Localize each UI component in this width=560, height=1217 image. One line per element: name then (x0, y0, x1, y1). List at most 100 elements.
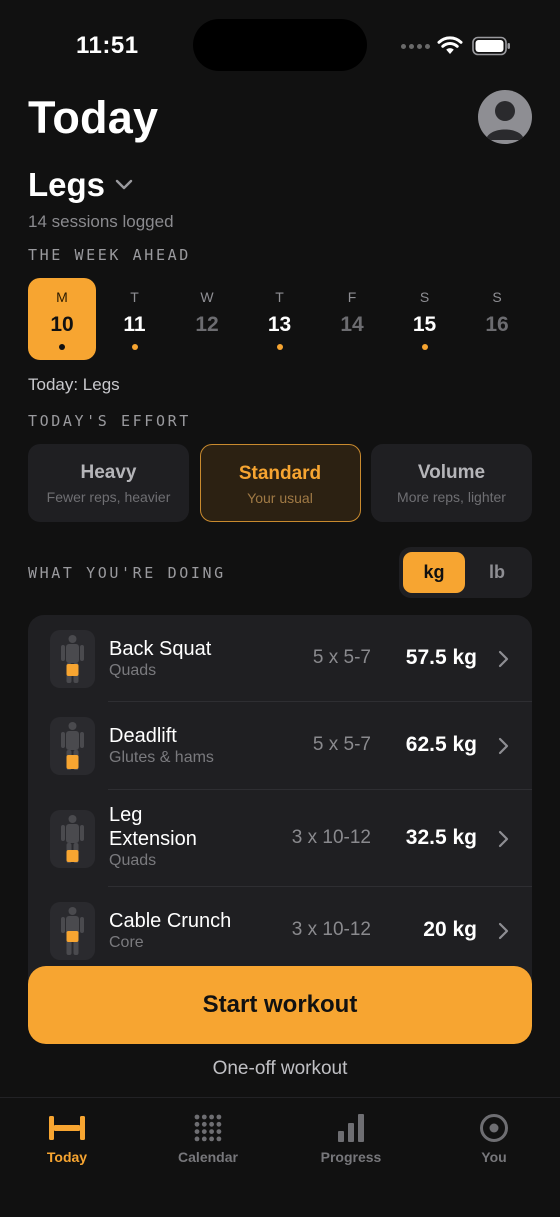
effort-title: Volume (417, 462, 486, 483)
cellular-signal-icon (401, 44, 430, 49)
exercises-section-label: WHAT YOU'RE DOING (28, 564, 226, 582)
scheduled-dot (131, 344, 138, 350)
tab-bar: Today Calendar Progress You (0, 1097, 560, 1217)
scheduled-dot (421, 344, 428, 350)
week-day-date: 16 (485, 313, 509, 336)
tab-label: You (481, 1149, 507, 1165)
calendar-dots-icon (138, 1112, 278, 1144)
muscle-map-thumbnail (50, 809, 95, 868)
tab-calendar[interactable]: Calendar (138, 1098, 278, 1178)
tab-progress[interactable]: Progress (281, 1098, 421, 1178)
chevron-right-icon (498, 737, 509, 755)
unit-kg-button[interactable]: kg (403, 552, 465, 593)
start-workout-button[interactable]: Start workout (28, 966, 532, 1044)
tab-label: Today (46, 1149, 88, 1165)
effort-standard-button[interactable]: Standard Your usual (199, 444, 361, 522)
week-day-date: 15 (412, 313, 437, 336)
exercise-row[interactable]: Deadlift Glutes & hams 5 x 5-7 62.5 kg (28, 702, 532, 790)
effort-selector: Heavy Fewer reps, heavier Standard Your usu… (28, 444, 532, 522)
week-day[interactable]: S 16 (463, 278, 531, 360)
exercise-name: Deadlift (109, 725, 177, 747)
tab-label: Calendar (178, 1149, 238, 1165)
effort-title: Heavy (80, 462, 137, 483)
unit-lb-button[interactable]: lb (466, 552, 528, 593)
exercise-weight: 62.5 kg (405, 733, 477, 756)
exercise-weight: 32.5 kg (405, 825, 477, 849)
program-name: Legs (28, 166, 106, 203)
exercise-name: Back Squat (109, 637, 212, 660)
week-day-date: 11 (123, 313, 146, 336)
tab-you[interactable]: You (424, 1098, 560, 1178)
week-day[interactable]: W 12 (173, 278, 241, 360)
week-day-letter: S (492, 289, 502, 305)
week-day-date: 10 (50, 313, 74, 336)
profile-target-icon (424, 1112, 560, 1144)
exercise-name-line: Leg (109, 804, 143, 826)
week-day-letter: F (347, 289, 357, 305)
week-day-letter: S (419, 289, 430, 305)
sessions-count: 14 sessions logged (28, 212, 174, 231)
person-icon (486, 101, 524, 140)
exercise-name: Leg Extension (109, 803, 197, 851)
week-day-date: 14 (340, 313, 364, 336)
bar-chart-icon (281, 1112, 421, 1144)
exercise-sets-reps: 5 x 5-7 (312, 646, 371, 668)
status-time: 11:51 (76, 32, 139, 59)
exercise-sets-reps: 3 x 10-12 (291, 919, 371, 940)
exercise-row[interactable]: Leg Extension Quads 3 x 10-12 32.5 kg (28, 790, 532, 887)
muscle-map-thumbnail (50, 629, 95, 688)
week-section-label: THE WEEK AHEAD (28, 246, 191, 264)
exercise-sets-reps: 3 x 10-12 (291, 826, 371, 848)
exercise-name: Cable Crunch (109, 910, 232, 932)
effort-subtitle: More reps, lighter (397, 489, 506, 505)
week-day-date: 13 (267, 313, 292, 336)
exercise-weight: 20 kg (423, 918, 477, 941)
effort-volume-button[interactable]: Volume More reps, lighter (371, 444, 532, 522)
unit-toggle: kg lb (399, 547, 532, 598)
one-off-workout-link[interactable]: One-off workout (0, 1058, 560, 1080)
exercise-sets-reps: 5 x 5-7 (312, 734, 371, 755)
tab-today[interactable]: Today (0, 1098, 137, 1178)
week-day-letter: W (200, 289, 214, 305)
muscle-map-thumbnail (50, 902, 95, 960)
week-day-letter: T (130, 289, 139, 305)
dumbbell-icon (0, 1112, 137, 1144)
week-day[interactable]: M 10 (28, 278, 96, 360)
chevron-right-icon (498, 830, 509, 847)
chevron-right-icon (498, 650, 509, 667)
page-title: Today (28, 92, 159, 143)
week-day[interactable]: T 13 (246, 278, 314, 360)
effort-subtitle: Fewer reps, heavier (46, 489, 171, 505)
exercise-name-line: Extension (109, 828, 197, 850)
exercise-muscle: Quads (109, 661, 157, 679)
profile-avatar-button[interactable] (478, 90, 532, 144)
scheduled-dot (276, 344, 283, 350)
chevron-down-icon (115, 179, 133, 190)
status-bar: 11:51 (0, 0, 560, 90)
chevron-right-icon (498, 922, 509, 940)
wifi-icon (437, 36, 463, 54)
exercise-muscle: Glutes & hams (109, 749, 214, 766)
tab-label: Progress (320, 1149, 382, 1165)
scheduled-dot (59, 344, 65, 350)
today-summary: Today: Legs (28, 375, 120, 394)
week-strip: M 10 T 11 W 12 T 13 F 14 S 15 S 16 (28, 278, 532, 360)
week-day-letter: T (275, 289, 284, 305)
week-day-letter: M (56, 289, 68, 305)
exercise-muscle: Core (109, 934, 144, 951)
week-day[interactable]: S 15 (391, 278, 459, 360)
effort-heavy-button[interactable]: Heavy Fewer reps, heavier (28, 444, 189, 522)
exercise-weight: 57.5 kg (405, 645, 477, 669)
muscle-map-thumbnail (50, 717, 95, 775)
week-day[interactable]: T 11 (101, 278, 169, 360)
week-day-date: 12 (195, 313, 219, 336)
dynamic-island (193, 19, 367, 71)
exercise-muscle: Quads (109, 852, 157, 869)
exercise-row[interactable]: Back Squat Quads 5 x 5-7 57.5 kg (28, 615, 532, 702)
week-day[interactable]: F 14 (318, 278, 386, 360)
program-selector[interactable]: Legs (28, 166, 133, 204)
exercise-list: Back Squat Quads 5 x 5-7 57.5 kg Deadlift Glu… (28, 615, 532, 995)
effort-subtitle: Your usual (247, 490, 313, 506)
effort-section-label: TODAY'S EFFORT (28, 412, 191, 430)
battery-icon (472, 36, 510, 56)
